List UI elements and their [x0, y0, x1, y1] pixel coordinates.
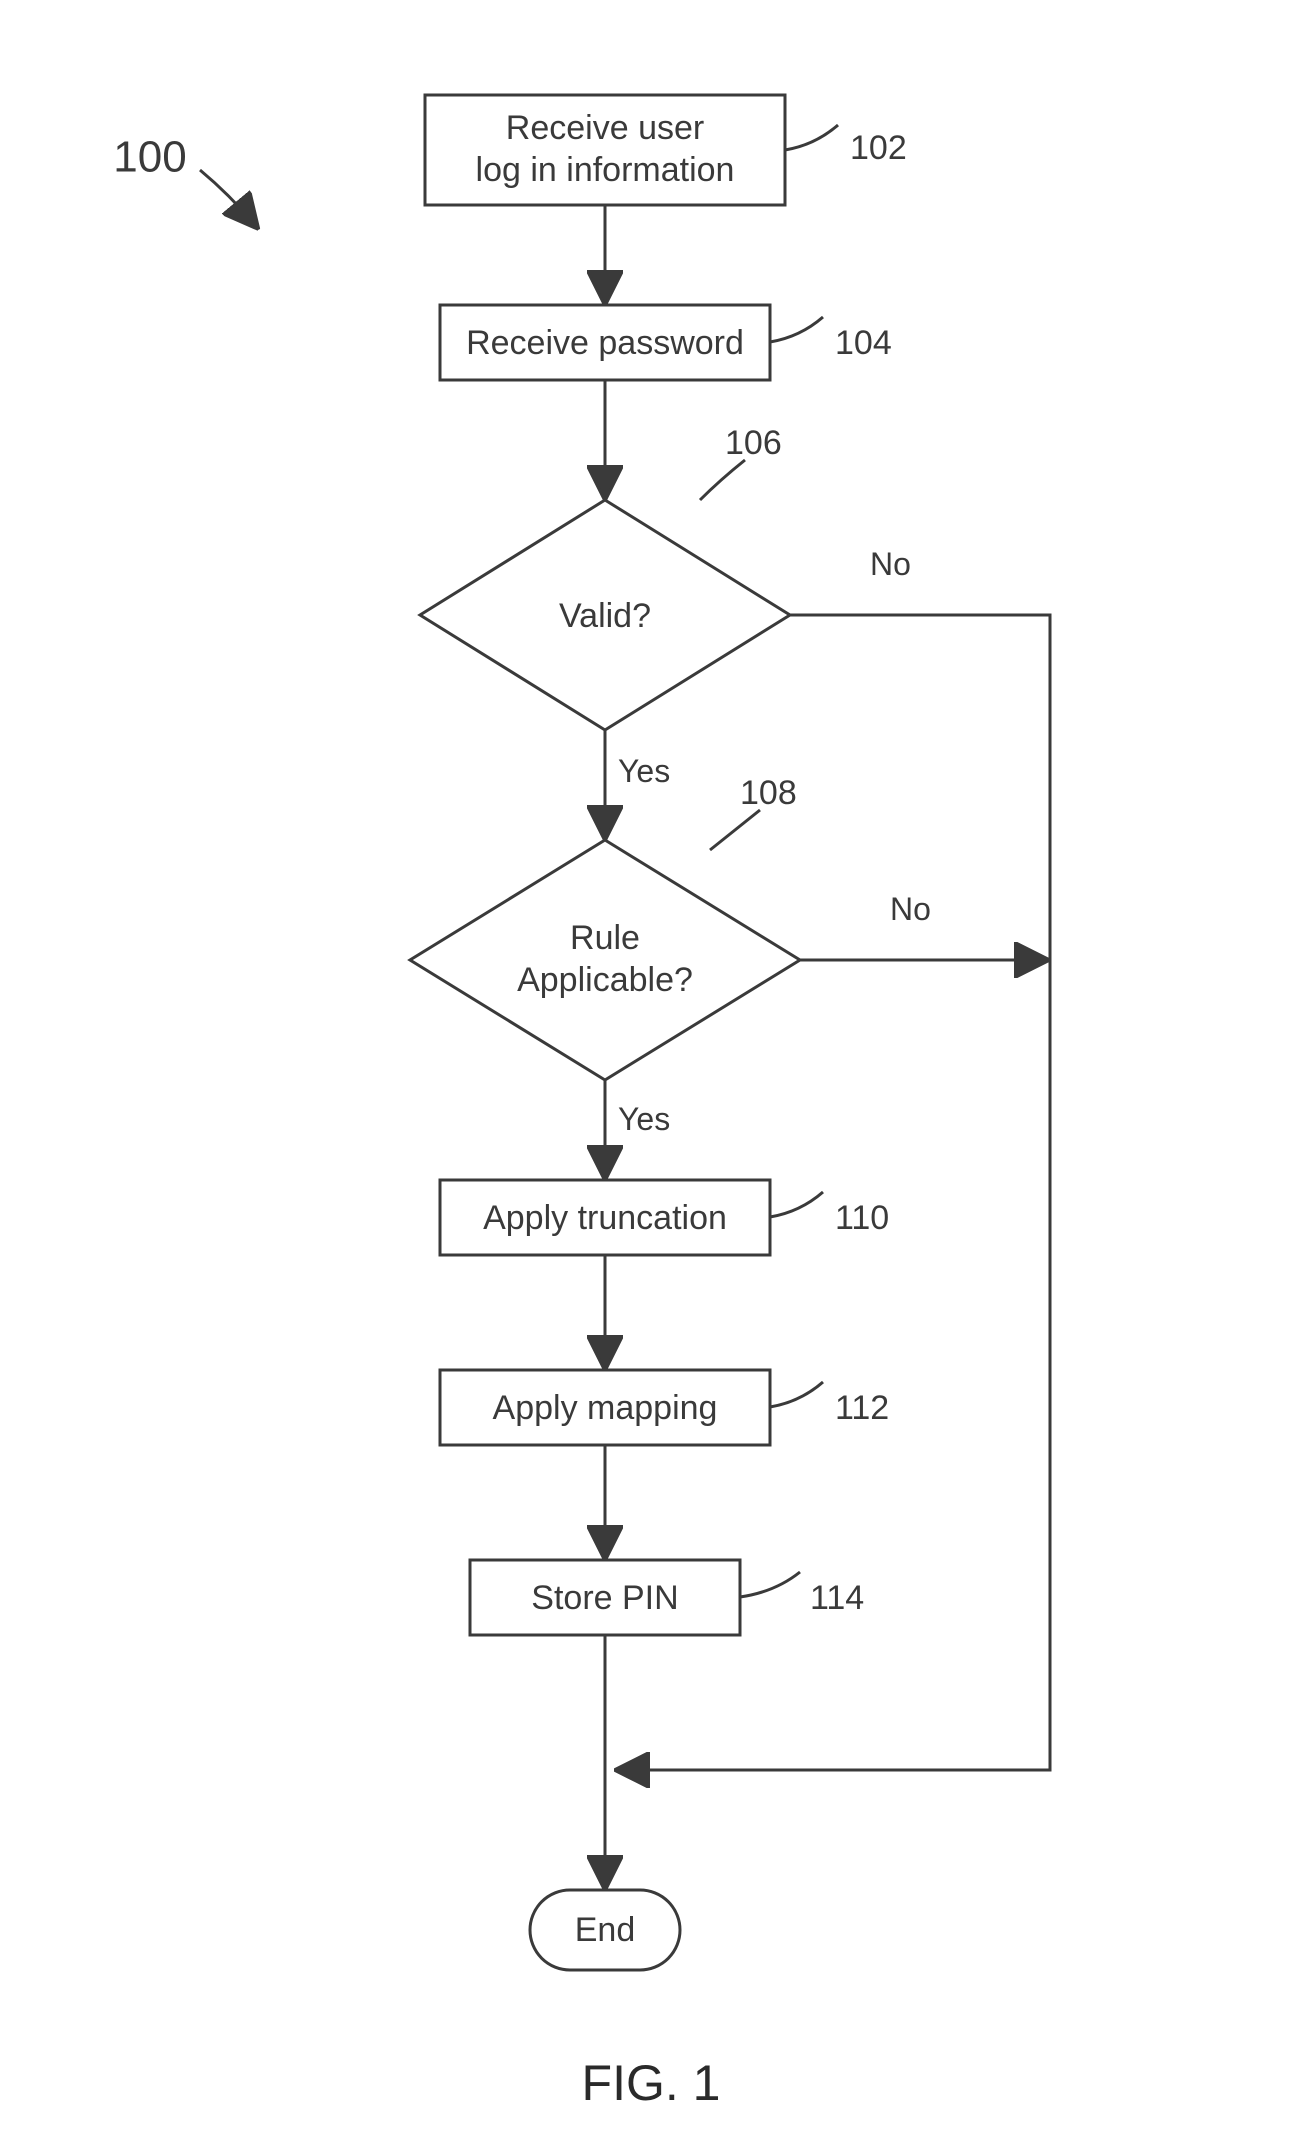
node-112-text: Apply mapping [493, 1389, 718, 1427]
ref-104: 104 [835, 324, 892, 362]
node-104-text: Receive password [466, 324, 744, 362]
edge-108-no: No [890, 891, 931, 927]
ref-114-tick [740, 1572, 800, 1597]
title-pointer [200, 170, 255, 225]
edge-106-no: No [870, 546, 911, 582]
node-102-text-line1: Receive user [506, 109, 704, 147]
ref-104-tick [770, 317, 823, 342]
ref-112: 112 [835, 1389, 889, 1427]
ref-108: 108 [740, 774, 797, 812]
flowchart-diagram: 100 Receive user log in information 102 … [0, 0, 1302, 2146]
ref-102-tick [785, 125, 838, 150]
ref-108-tick [710, 810, 760, 850]
ref-110-tick [770, 1192, 823, 1217]
node-102-text-line2: log in information [476, 151, 735, 189]
ref-106-tick [700, 460, 745, 500]
node-114-text: Store PIN [531, 1579, 678, 1617]
ref-102: 102 [850, 129, 907, 167]
ref-112-tick [770, 1382, 823, 1407]
node-108-text-line2: Applicable? [517, 961, 693, 999]
edge-106-yes: Yes [618, 753, 670, 789]
ref-106: 106 [725, 424, 782, 462]
ref-114: 114 [810, 1579, 864, 1617]
node-110-text: Apply truncation [483, 1199, 727, 1237]
node-end-text: End [575, 1911, 636, 1949]
edge-108-yes: Yes [618, 1101, 670, 1137]
diagram-title: 100 [113, 133, 186, 182]
ref-110: 110 [835, 1199, 889, 1237]
node-108-text-line1: Rule [570, 919, 640, 957]
node-106-text: Valid? [559, 597, 651, 635]
figure-label: FIG. 1 [582, 2055, 721, 2111]
